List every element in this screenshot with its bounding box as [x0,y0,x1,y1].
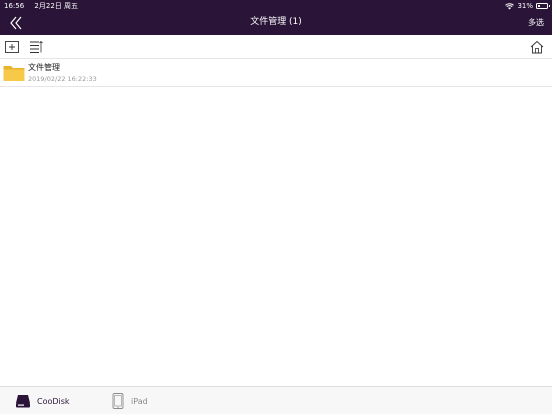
file-date: 2019/02/22 16:22:33 [28,75,97,83]
home-icon[interactable] [529,39,545,55]
battery-percent: 31% [517,2,533,10]
tab-coodisk-label: CooDisk [37,396,70,406]
multi-select-button[interactable]: 多选 [528,12,544,33]
header: 16:56 2月22日 周五 31% 文件管理 (1) 多选 [0,0,552,35]
tab-ipad[interactable]: iPad [111,387,148,414]
tab-bar: CooDisk iPad [0,386,552,414]
new-folder-icon[interactable] [4,39,20,55]
page-title: 文件管理 (1) [250,17,302,27]
navigation-bar: 文件管理 (1) 多选 [0,12,552,35]
battery-fill [538,5,541,7]
status-time: 16:56 [4,2,25,10]
list-sort-icon[interactable] [28,39,44,55]
folder-icon [3,66,25,81]
list-item[interactable]: 文件管理 2019/02/22 16:22:33 [0,59,552,87]
toolbar [0,35,552,59]
ipad-icon [112,393,124,409]
status-bar: 16:56 2月22日 周五 31% [0,0,552,12]
tab-coodisk[interactable]: CooDisk [15,387,70,414]
disk-icon [16,395,30,408]
file-name: 文件管理 [28,63,60,72]
tab-ipad-label: iPad [131,396,148,406]
status-date: 2月22日 周五 [34,2,79,10]
wifi-icon [505,2,515,9]
battery-icon [536,3,550,9]
